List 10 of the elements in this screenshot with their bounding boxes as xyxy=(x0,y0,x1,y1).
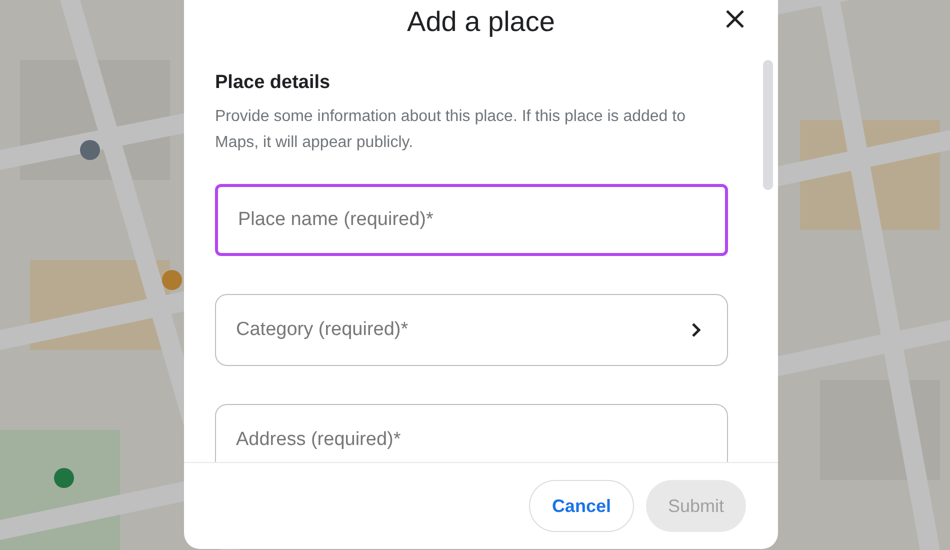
input-field[interactable]: Place name (required)* xyxy=(215,184,728,256)
dialog-title: Add a place xyxy=(407,5,555,39)
chevron-right-icon xyxy=(690,322,702,338)
scrollbar-thumb[interactable] xyxy=(763,60,773,190)
section-description: Provide some information about this place. If this place is added to Maps, it will appear publicly. xyxy=(215,106,686,152)
input-field[interactable]: Address (required)* xyxy=(215,404,728,462)
cancel-button[interactable]: Cancel xyxy=(528,480,634,532)
section-heading: Place details xyxy=(215,71,332,95)
close-icon xyxy=(725,9,745,29)
category-dropdown[interactable]: Category (required)* xyxy=(215,294,728,366)
